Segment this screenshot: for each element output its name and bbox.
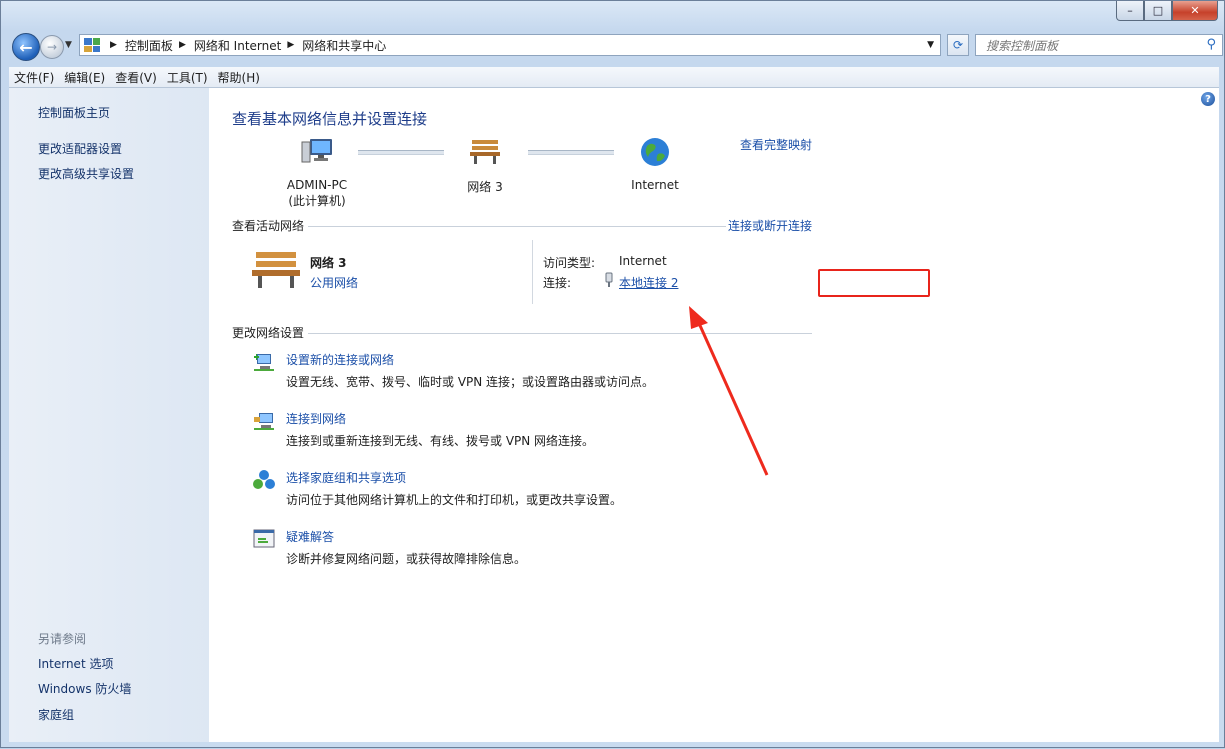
divider bbox=[308, 333, 812, 334]
see-also-label: 另请参阅 bbox=[38, 632, 87, 646]
content: 查看基本网络信息并设置连接 查看完整映射 ADMIN-PC (此计算机) 网络 … bbox=[232, 88, 930, 742]
menu-edit[interactable]: 编辑(E) bbox=[59, 69, 110, 86]
computer-name: ADMIN-PC bbox=[286, 178, 348, 192]
control-panel-icon bbox=[84, 38, 100, 52]
computer-subtitle: (此计算机) bbox=[288, 194, 346, 208]
breadcrumb-network-internet[interactable]: 网络和 Internet bbox=[194, 37, 281, 54]
change-settings-header: 更改网络设置 bbox=[232, 326, 305, 340]
map-connector bbox=[528, 150, 614, 155]
menu-view[interactable]: 查看(V) bbox=[110, 69, 162, 86]
task-connect-network[interactable]: 连接到网络 bbox=[286, 410, 346, 427]
sidebar-item-control-panel-home[interactable]: 控制面板主页 bbox=[38, 104, 110, 121]
computer-icon bbox=[301, 139, 332, 163]
search-icon[interactable]: ⚲ bbox=[1206, 37, 1216, 52]
sidebar-item-adapter-settings[interactable]: 更改适配器设置 bbox=[38, 140, 122, 157]
menu-file[interactable]: 文件(F) bbox=[9, 69, 59, 86]
breadcrumb-network-sharing-center[interactable]: 网络和共享中心 bbox=[302, 37, 386, 54]
sidebar-item-windows-firewall[interactable]: Windows 防火墙 bbox=[38, 680, 131, 697]
close-button[interactable]: ✕ bbox=[1172, 1, 1218, 21]
menu-tools[interactable]: 工具(T) bbox=[162, 69, 213, 86]
address-bar[interactable]: ▶ 控制面板 ▶ 网络和 Internet ▶ 网络和共享中心 ▼ bbox=[79, 34, 941, 56]
divider bbox=[532, 240, 533, 304]
sidebar-item-internet-options[interactable]: Internet 选项 bbox=[38, 655, 113, 672]
sidebar-item-advanced-sharing[interactable]: 更改高级共享设置 bbox=[38, 165, 134, 182]
page-title: 查看基本网络信息并设置连接 bbox=[232, 110, 428, 128]
internet-label: Internet bbox=[631, 178, 679, 192]
task-desc: 连接到或重新连接到无线、有线、拨号或 VPN 网络连接。 bbox=[286, 434, 595, 448]
minimize-button[interactable]: – bbox=[1116, 1, 1144, 21]
access-type-label: 访问类型: bbox=[543, 256, 596, 270]
network-map-label: 网络 3 bbox=[467, 180, 503, 194]
map-node-computer[interactable]: ADMIN-PC (此计算机) bbox=[272, 136, 362, 209]
forward-button[interactable]: → bbox=[40, 35, 64, 59]
task-homegroup-sharing[interactable]: 选择家庭组和共享选项 bbox=[286, 469, 406, 486]
breadcrumb-control-panel[interactable]: 控制面板 bbox=[125, 37, 173, 54]
history-dropdown-icon[interactable]: ▼ bbox=[65, 40, 72, 50]
map-connector bbox=[358, 150, 444, 155]
window-controls: – □ ✕ bbox=[1116, 1, 1218, 21]
task-desc: 设置无线、宽带、拨号、临时或 VPN 连接；或设置路由器或访问点。 bbox=[286, 375, 655, 389]
connect-network-icon bbox=[254, 413, 274, 430]
refresh-button[interactable]: ⟳ bbox=[947, 34, 969, 56]
main-area: 控制面板主页 更改适配器设置 更改高级共享设置 另请参阅 Internet 选项… bbox=[9, 88, 1219, 742]
chevron-right-icon[interactable]: ▶ bbox=[287, 40, 294, 50]
map-node-network[interactable]: 网络 3 bbox=[440, 136, 530, 195]
map-node-internet[interactable]: Internet bbox=[610, 136, 700, 192]
active-networks-header: 查看活动网络 bbox=[232, 219, 305, 233]
menu-help[interactable]: 帮助(H) bbox=[213, 69, 265, 86]
window: – □ ✕ ← → ▼ ▶ 控制面板 ▶ 网络和 Internet ▶ 网络和共… bbox=[0, 0, 1225, 748]
navigation-bar: ← → ▼ ▶ 控制面板 ▶ 网络和 Internet ▶ 网络和共享中心 ▼ … bbox=[9, 31, 1223, 61]
search-box[interactable]: ⚲ bbox=[975, 34, 1223, 56]
homegroup-icon bbox=[253, 470, 275, 489]
full-map-link[interactable]: 查看完整映射 bbox=[740, 136, 812, 153]
sidebar: 控制面板主页 更改适配器设置 更改高级共享设置 另请参阅 Internet 选项… bbox=[9, 88, 209, 742]
chevron-right-icon[interactable]: ▶ bbox=[179, 40, 186, 50]
new-connection-icon bbox=[254, 354, 274, 371]
chevron-right-icon[interactable]: ▶ bbox=[110, 40, 117, 50]
task-desc: 访问位于其他网络计算机上的文件和打印机，或更改共享设置。 bbox=[286, 493, 623, 507]
address-dropdown-icon[interactable]: ▼ bbox=[927, 40, 934, 50]
highlight-box bbox=[818, 269, 930, 297]
connection-link[interactable]: 本地连接 2 bbox=[619, 274, 678, 291]
back-button[interactable]: ← bbox=[12, 33, 40, 61]
task-setup-connection[interactable]: 设置新的连接或网络 bbox=[286, 351, 394, 368]
network-type-link[interactable]: 公用网络 bbox=[310, 274, 358, 291]
help-icon[interactable]: ? bbox=[1201, 92, 1215, 106]
menu-bar: 文件(F) 编辑(E) 查看(V) 工具(T) 帮助(H) bbox=[9, 67, 1219, 88]
divider bbox=[308, 226, 726, 227]
bench-icon bbox=[252, 252, 300, 288]
sidebar-item-homegroup[interactable]: 家庭组 bbox=[38, 706, 74, 723]
network-name: 网络 3 bbox=[310, 256, 347, 270]
access-type-value: Internet bbox=[619, 254, 667, 268]
bench-icon bbox=[470, 140, 500, 164]
maximize-button[interactable]: □ bbox=[1144, 1, 1172, 21]
task-troubleshoot[interactable]: 疑难解答 bbox=[286, 528, 334, 545]
ethernet-icon bbox=[605, 272, 613, 287]
connect-disconnect-link[interactable]: 连接或断开连接 bbox=[728, 217, 812, 234]
search-input[interactable] bbox=[984, 36, 1198, 56]
globe-icon bbox=[641, 138, 669, 166]
connection-label: 连接: bbox=[543, 276, 572, 290]
troubleshoot-icon bbox=[253, 529, 275, 548]
task-desc: 诊断并修复网络问题，或获得故障排除信息。 bbox=[286, 552, 527, 566]
